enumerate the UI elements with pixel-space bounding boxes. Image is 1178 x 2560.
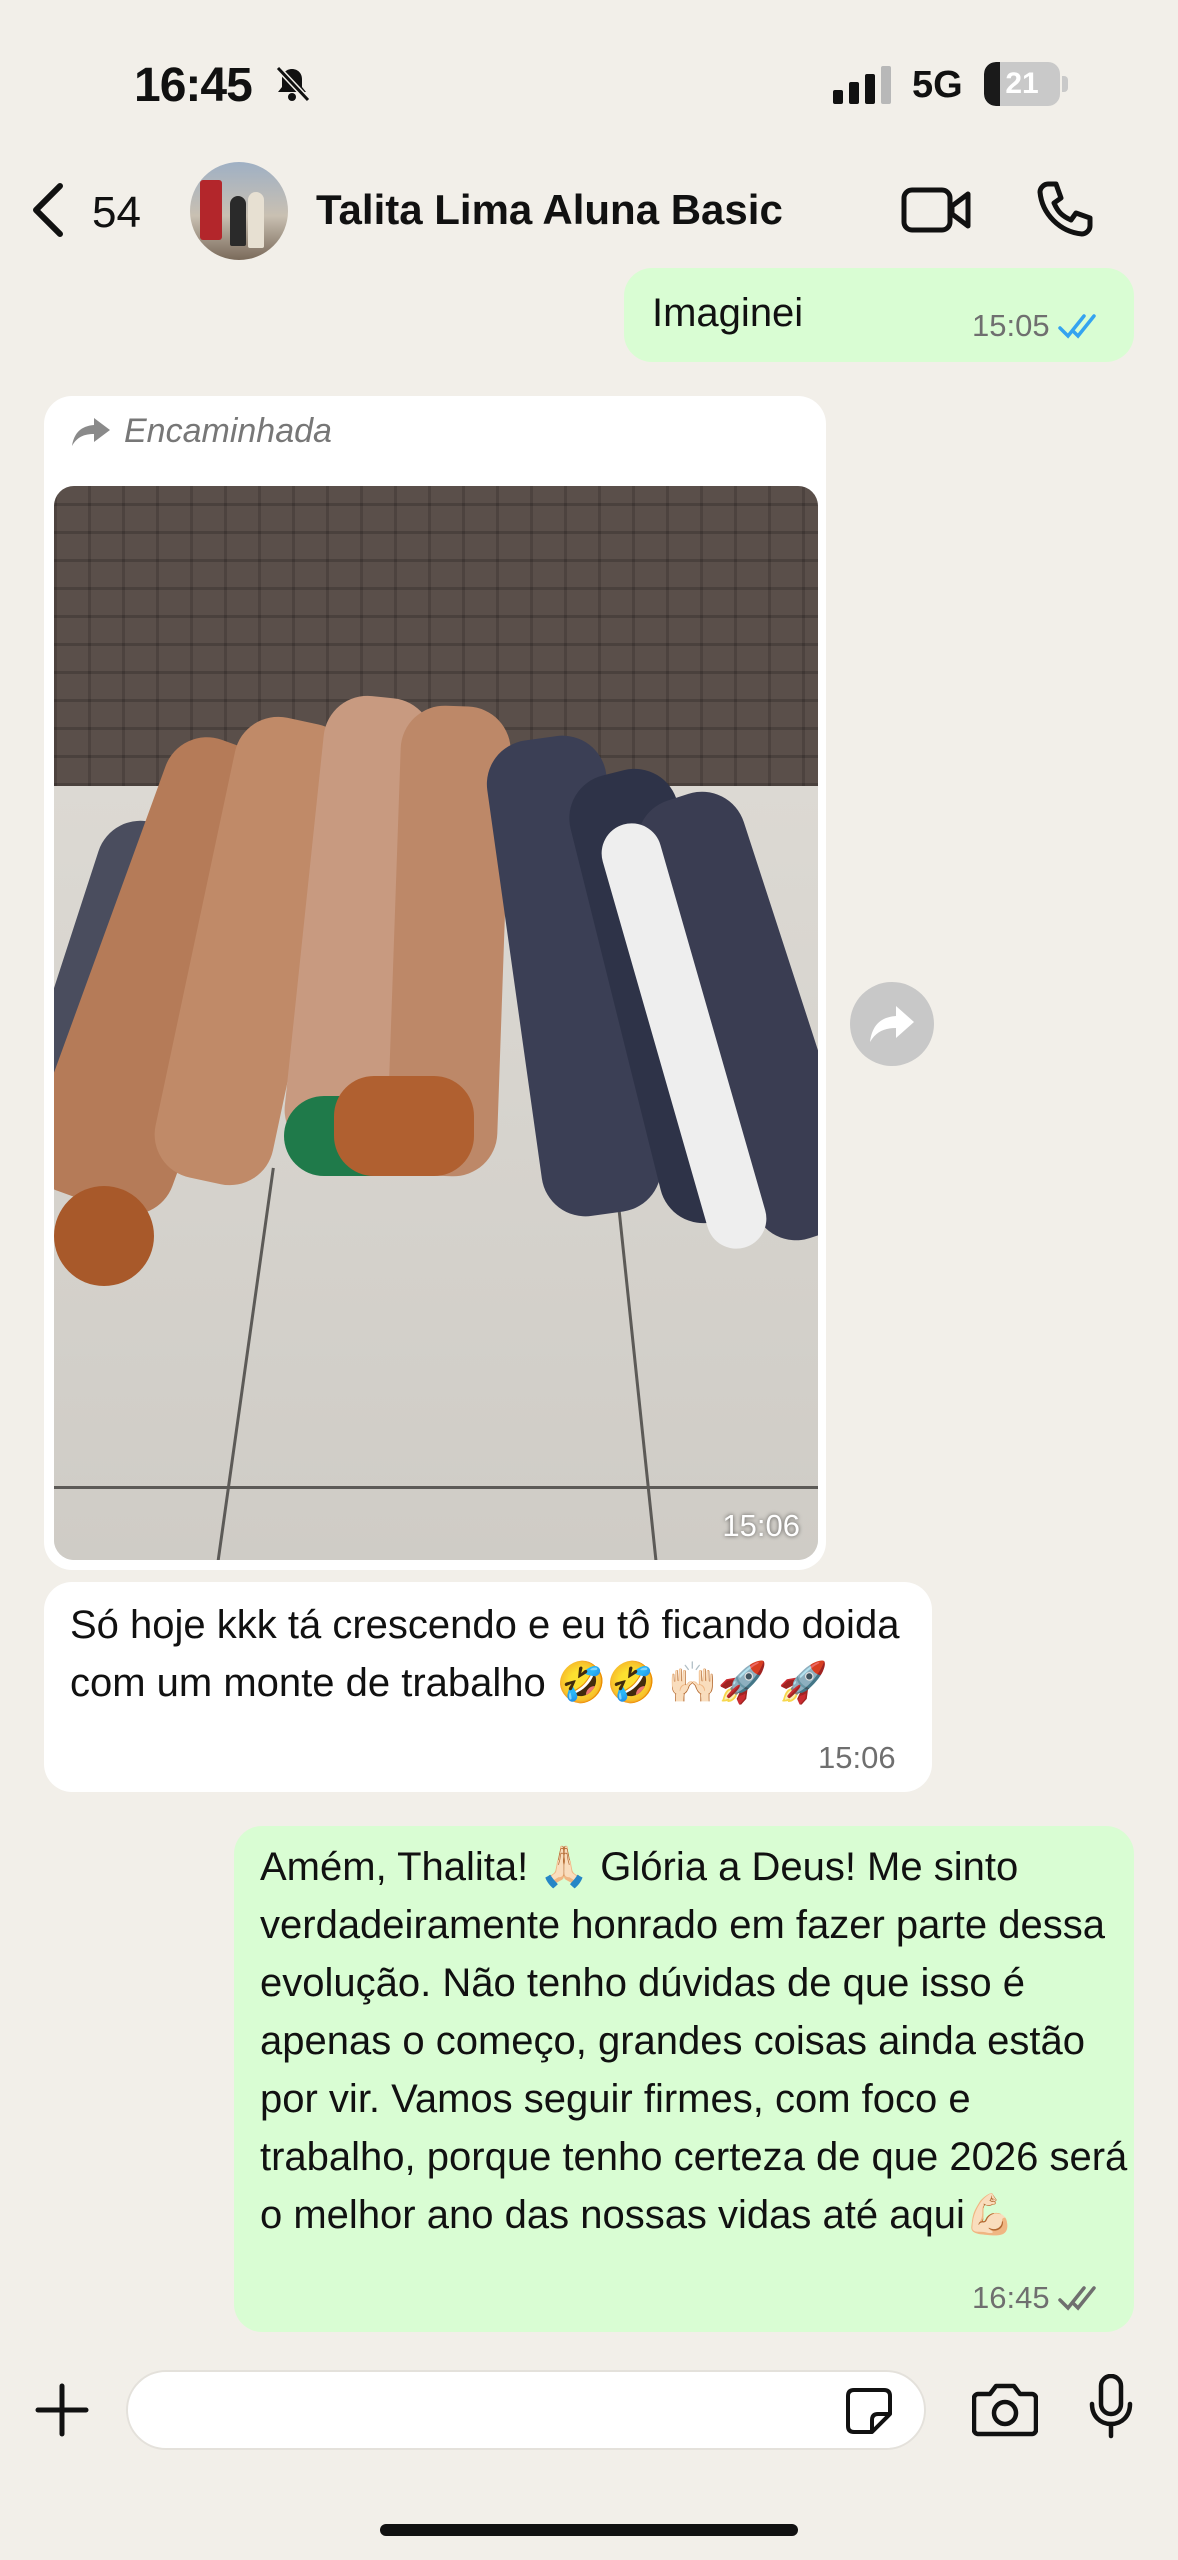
message-meta: 16:45 xyxy=(972,2280,1102,2316)
network-type: 5G xyxy=(912,64,963,106)
contact-avatar[interactable] xyxy=(190,162,288,260)
forwarded-label: Encaminhada xyxy=(70,412,332,451)
message-time: 16:45 xyxy=(972,2280,1050,2315)
sticker-icon[interactable] xyxy=(844,2386,894,2436)
message-text: Imaginei xyxy=(652,291,804,335)
video-call-icon[interactable] xyxy=(900,180,972,240)
message-text: Amém, Thalita! 🙏🏻 Glória a Deus! Me sint… xyxy=(260,1845,1128,2237)
outgoing-message[interactable]: Amém, Thalita! 🙏🏻 Glória a Deus! Me sint… xyxy=(234,1826,1134,2332)
message-time: 15:06 xyxy=(818,1740,896,1775)
phone-call-icon[interactable] xyxy=(1034,178,1094,238)
forwarded-text: Encaminhada xyxy=(124,412,332,450)
share-arrow-icon xyxy=(870,1006,914,1042)
status-bar: 16:45 5G 21 xyxy=(0,0,1178,150)
incoming-message[interactable]: Só hoje kkk tá crescendo e eu tô ficando… xyxy=(44,1582,932,1792)
camera-icon[interactable] xyxy=(972,2380,1038,2438)
read-double-check-icon xyxy=(1057,314,1096,339)
forward-arrow-icon xyxy=(72,417,110,446)
microphone-icon[interactable] xyxy=(1088,2374,1134,2440)
delivered-double-check-icon xyxy=(1057,2286,1096,2311)
fabric-rolls-photo[interactable]: 15:06 xyxy=(54,486,818,1560)
battery-percent: 21 xyxy=(1005,67,1039,100)
chat-header: 54 Talita Lima Aluna Basic xyxy=(0,150,1178,270)
image-time: 15:06 xyxy=(722,1508,800,1543)
forward-share-button[interactable] xyxy=(850,982,934,1066)
unread-count[interactable]: 54 xyxy=(92,188,141,238)
status-time: 16:45 xyxy=(134,59,253,112)
cellular-signal-icon xyxy=(833,66,891,104)
message-text: Só hoje kkk tá crescendo e eu tô ficando… xyxy=(70,1603,900,1705)
home-indicator[interactable] xyxy=(380,2524,798,2536)
message-input[interactable] xyxy=(126,2370,926,2450)
back-chevron-icon[interactable] xyxy=(28,180,68,240)
battery-icon: 21 xyxy=(984,62,1068,106)
contact-name[interactable]: Talita Lima Aluna Basic xyxy=(316,186,783,234)
plus-attach-icon[interactable] xyxy=(34,2382,90,2438)
message-time: 15:05 xyxy=(972,308,1050,343)
message-meta: 15:05 xyxy=(972,308,1102,344)
message-meta: 15:06 xyxy=(818,1740,896,1776)
bell-muted-icon xyxy=(275,65,311,103)
